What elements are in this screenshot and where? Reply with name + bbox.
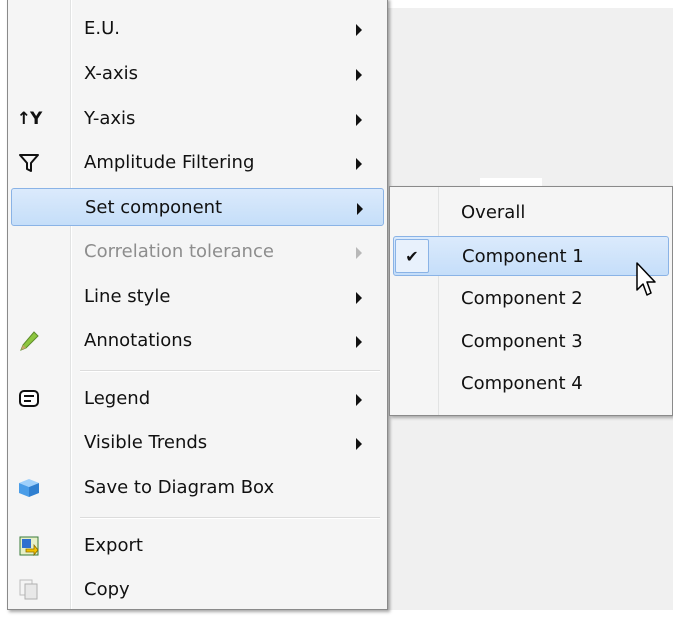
menu-item-export[interactable]: Export [11, 527, 384, 565]
menu-item-label: Y-axis [84, 108, 136, 129]
submenu-item-label: Component 2 [461, 288, 583, 309]
submenu-arrow-icon [356, 438, 362, 450]
context-menu: E.U. X-axis ↑Y Y-axis Amplitude Filterin… [7, 0, 388, 610]
checkmark-icon: ✔ [395, 239, 429, 273]
submenu-item-label: Overall [461, 202, 526, 223]
pencil-icon [17, 329, 41, 353]
menu-item-label: Line style [84, 286, 171, 307]
menu-item-label: Amplitude Filtering [84, 152, 255, 173]
menu-item-amplitude-filtering[interactable]: Amplitude Filtering [11, 144, 384, 182]
submenu-item-label: Component 3 [461, 331, 583, 352]
set-component-submenu: Overall ✔ Component 1 Component 2 Compon… [389, 186, 673, 416]
menu-item-set-component[interactable]: Set component [11, 188, 384, 226]
menu-item-label: X-axis [84, 63, 138, 84]
menu-item-label: Export [84, 535, 143, 556]
mouse-cursor-icon [636, 262, 658, 305]
menu-item-visible-trends[interactable]: Visible Trends [11, 424, 384, 462]
submenu-arrow-icon [356, 292, 362, 304]
submenu-item-component-4[interactable]: Component 4 [393, 364, 669, 404]
menu-item-label: Save to Diagram Box [84, 477, 275, 498]
submenu-arrow-icon [356, 69, 362, 81]
menu-separator [80, 517, 380, 519]
submenu-item-label: Component 4 [461, 373, 583, 394]
diagram-box-icon [17, 476, 41, 500]
submenu-arrow-icon [357, 203, 363, 215]
menu-item-x-axis[interactable]: X-axis [11, 55, 384, 93]
export-icon [17, 534, 41, 558]
legend-icon [17, 387, 41, 411]
submenu-item-component-3[interactable]: Component 3 [393, 322, 669, 362]
menu-item-eu[interactable]: E.U. [11, 10, 384, 48]
menu-item-annotations[interactable]: Annotations [11, 322, 384, 360]
y-axis-icon: ↑Y [16, 109, 43, 129]
menu-item-correlation-tolerance: Correlation tolerance [11, 233, 384, 271]
submenu-arrow-icon [356, 158, 362, 170]
menu-item-save-to-diagram-box[interactable]: Save to Diagram Box [11, 469, 384, 507]
menu-item-label: Visible Trends [84, 432, 208, 453]
menu-item-label: Legend [84, 388, 151, 409]
copy-icon [17, 578, 41, 602]
menu-item-line-style[interactable]: Line style [11, 278, 384, 316]
submenu-item-overall[interactable]: Overall [393, 193, 669, 233]
submenu-arrow-icon [356, 394, 362, 406]
submenu-arrow-icon [356, 247, 362, 259]
submenu-arrow-icon [356, 336, 362, 348]
menu-separator [80, 370, 380, 372]
menu-item-label: E.U. [84, 18, 120, 39]
submenu-item-component-2[interactable]: Component 2 [393, 279, 669, 319]
menu-item-y-axis[interactable]: ↑Y Y-axis [11, 100, 384, 138]
filter-icon [17, 151, 41, 175]
submenu-item-component-1[interactable]: ✔ Component 1 [393, 236, 669, 276]
menu-item-copy[interactable]: Copy [11, 571, 384, 609]
menu-item-label: Set component [85, 197, 223, 218]
menu-item-legend[interactable]: Legend [11, 380, 384, 418]
submenu-arrow-icon [356, 114, 362, 126]
submenu-arrow-icon [356, 24, 362, 36]
menu-item-label: Annotations [84, 330, 193, 351]
menu-item-label: Copy [84, 579, 130, 600]
submenu-item-label: Component 1 [462, 246, 584, 267]
menu-item-label: Correlation tolerance [84, 241, 274, 262]
